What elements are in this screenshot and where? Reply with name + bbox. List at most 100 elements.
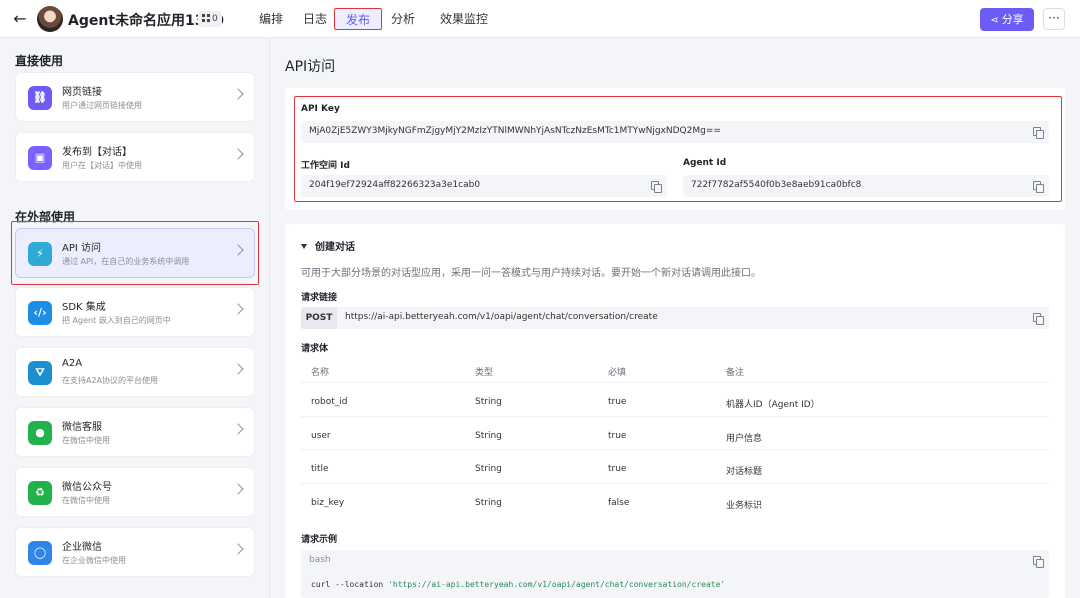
cell-required: true (608, 464, 627, 474)
col-header-type: 类型 (475, 368, 494, 378)
more-options-button[interactable]: ··· (1043, 8, 1065, 30)
channel-wechat-service[interactable]: ● 微信客服 在微信中使用 (15, 407, 255, 457)
wechat-official-icon: ♻ (28, 481, 52, 505)
cell-required: true (608, 397, 627, 407)
cell-name: robot_id (311, 397, 348, 407)
channel-desc: 用户通过网页链接使用 (62, 101, 142, 110)
channel-desc: 把 Agent 嵌入到自己的网页中 (62, 316, 171, 325)
tab-analysis[interactable]: 分析 (390, 8, 416, 30)
cell-type: String (475, 431, 502, 441)
request-url-value: https://ai-api.betteryeah.com/v1/oapi/ag… (345, 312, 658, 322)
divider (301, 449, 1049, 450)
channel-title: API 访问 (62, 243, 101, 254)
cell-type: String (475, 498, 502, 508)
cell-note: 业务标识 (726, 501, 763, 511)
request-example-code: bash curl --location 'https://ai-api.bet… (301, 550, 1049, 598)
component-count-badge[interactable]: 0 (198, 11, 222, 27)
section-description: 可用于大部分场景的对话型应用，采用一问一答模式与用户持续对话。要开始一个新对话请… (301, 268, 761, 279)
agent-id-value: 722f7782af5540f0b3e8aeb91ca0bfc8 (691, 180, 862, 190)
channel-desc: 用户在【对话】中使用 (62, 161, 142, 170)
api-plug-icon: ⚡ (28, 242, 52, 266)
col-header-note: 备注 (726, 368, 745, 378)
channel-sdk[interactable]: ‹/› SDK 集成 把 Agent 嵌入到自己的网页中 (15, 287, 255, 337)
caret-down-icon (301, 244, 307, 249)
channel-title: SDK 集成 (62, 302, 106, 313)
avatar (37, 6, 63, 32)
channel-desc: 在支持A2A协议的平台使用 (62, 376, 159, 385)
channel-desc: 通过 API，在自己的业务系统中调用 (62, 257, 190, 266)
chevron-right-icon (232, 244, 244, 256)
tab-logs[interactable]: 日志 (302, 8, 328, 30)
copy-icon[interactable] (651, 181, 662, 193)
link-icon: ⛓ (28, 86, 52, 110)
code-icon: ‹/› (28, 301, 52, 325)
channel-title: A2A (62, 358, 83, 369)
cell-name: title (311, 464, 329, 474)
channel-a2a[interactable]: ⛛ A2A 在支持A2A协议的平台使用 (15, 347, 255, 397)
code-url-string: 'https://ai-api.betteryeah.com/v1/oapi/a… (388, 580, 726, 589)
cell-name: biz_key (311, 498, 345, 508)
create-conversation-toggle[interactable]: 创建对话 (301, 238, 355, 253)
workspace-id-value: 204f19ef72924aff82266323a3e1cab0 (309, 180, 481, 190)
chevron-right-icon (232, 363, 244, 375)
copy-icon[interactable] (1033, 313, 1044, 325)
request-example-label: 请求示例 (301, 535, 338, 545)
workspace-id-label: 工作空间 Id (301, 161, 350, 171)
channel-api-access[interactable]: ⚡ API 访问 通过 API，在自己的业务系统中调用 (15, 228, 255, 278)
channel-wecom[interactable]: ◯ 企业微信 在企业微信中使用 (15, 527, 255, 577)
cell-type: String (475, 464, 502, 474)
divider (301, 483, 1049, 484)
copy-icon[interactable] (1033, 127, 1044, 139)
divider (301, 382, 1049, 383)
channel-publish-to-chat[interactable]: ▣ 发布到【对话】 用户在【对话】中使用 (15, 132, 255, 182)
col-header-required: 必填 (608, 368, 627, 378)
cell-required: true (608, 431, 627, 441)
cell-type: String (475, 397, 502, 407)
wechat-service-icon: ● (28, 421, 52, 445)
channel-wechat-official[interactable]: ♻ 微信公众号 在微信中使用 (15, 467, 255, 517)
tab-effect-monitor[interactable]: 效果监控 (436, 8, 492, 30)
cell-note: 对话标题 (726, 467, 763, 477)
api-key-value: MjA0ZjE5ZWY3MjkyNGFmZjgyMjY2MzIzYTNlMWNh… (309, 126, 721, 136)
channel-title: 发布到【对话】 (62, 147, 132, 158)
channel-desc: 在微信中使用 (62, 436, 110, 445)
channel-title: 网页链接 (62, 87, 102, 98)
code-language: bash (309, 555, 331, 565)
request-url-label: 请求链接 (301, 293, 338, 303)
cell-required: false (608, 498, 630, 508)
section-external-use: 在外部使用 (15, 210, 76, 224)
tab-orchestrate[interactable]: 编排 (258, 8, 284, 30)
a2a-icon: ⛛ (28, 361, 52, 385)
badge-count: 0 (212, 14, 218, 24)
api-key-label: API Key (301, 104, 340, 114)
wecom-icon: ◯ (28, 541, 52, 565)
share-icon: ⋖ (990, 15, 999, 26)
create-conversation-panel (285, 224, 1065, 598)
workspace-id-field: 204f19ef72924aff82266323a3e1cab0 (301, 175, 667, 197)
code-command: curl --location (311, 580, 389, 589)
tab-publish[interactable]: 发布 (334, 8, 382, 30)
top-header: ← Agent未命名应用1300 0 编排 日志 发布 分析 效果监控 ⋖ 分享 … (0, 0, 1080, 38)
agent-id-label: Agent Id (683, 158, 727, 168)
channel-title: 企业微信 (62, 542, 102, 553)
share-label: 分享 (1001, 13, 1024, 26)
agent-id-field: 722f7782af5540f0b3e8aeb91ca0bfc8 (683, 175, 1049, 197)
chevron-right-icon (232, 483, 244, 495)
copy-icon[interactable] (1033, 181, 1044, 193)
http-method-badge: POST (301, 307, 337, 329)
channel-web-link[interactable]: ⛓ 网页链接 用户通过网页链接使用 (15, 72, 255, 122)
cell-note: 用户信息 (726, 434, 763, 444)
cell-name: user (311, 431, 331, 441)
api-key-field: MjA0ZjE5ZWY3MjkyNGFmZjgyMjY2MzIzYTNlMWNh… (301, 121, 1049, 143)
chevron-right-icon (232, 148, 244, 160)
copy-icon[interactable] (1033, 556, 1044, 568)
channel-desc: 在企业微信中使用 (62, 556, 126, 565)
section-direct-use: 直接使用 (15, 54, 64, 68)
chat-bubbles-icon: ▣ (28, 146, 52, 170)
back-arrow-icon[interactable]: ← (10, 9, 30, 29)
col-header-name: 名称 (311, 368, 330, 378)
share-button[interactable]: ⋖ 分享 (980, 8, 1034, 31)
section-title: 创建对话 (315, 242, 355, 253)
request-url-field: POST https://ai-api.betteryeah.com/v1/oa… (301, 307, 1049, 329)
chevron-right-icon (232, 88, 244, 100)
